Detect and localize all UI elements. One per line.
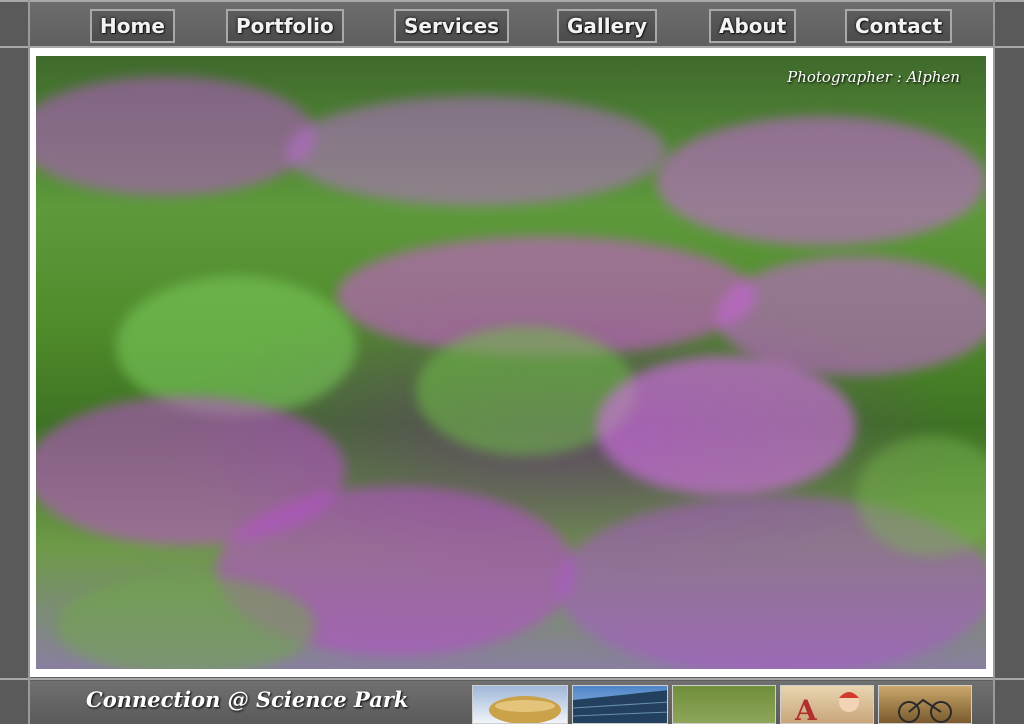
nav-portfolio-button[interactable]: Portfolio	[226, 9, 344, 43]
thumb-airship[interactable]	[472, 685, 568, 724]
flower-cluster	[36, 76, 316, 196]
nav-services-button[interactable]: Services	[394, 9, 510, 43]
nav-contact-button[interactable]: Contact	[845, 9, 953, 43]
page: Home Portfolio Services Gallery About Co…	[0, 0, 1024, 724]
footer-bar: Connection @ Science Park A	[28, 681, 994, 724]
bicycle-image	[898, 698, 952, 723]
foliage	[56, 576, 316, 669]
building-image	[573, 690, 667, 723]
nav-about-button[interactable]: About	[709, 9, 797, 43]
flower-cluster	[286, 96, 666, 206]
left-frame-band	[0, 0, 29, 724]
purple-flowers-photo: Photographer : Alphen	[36, 56, 986, 669]
foliage	[116, 276, 356, 416]
top-navigation: Home Portfolio Services Gallery About Co…	[28, 2, 994, 46]
nav-home-button[interactable]: Home	[90, 9, 175, 43]
cartoon-image: A	[794, 692, 859, 724]
thumb-bicycle[interactable]	[878, 685, 972, 724]
flower-cluster	[656, 116, 986, 246]
flower-cluster	[596, 356, 856, 496]
airship-image	[489, 696, 561, 723]
thumb-cartoon[interactable]: A	[780, 685, 874, 724]
footer-divider	[0, 678, 1024, 680]
svg-text:A: A	[794, 694, 818, 724]
footer-title: Connection @ Science Park	[86, 687, 409, 712]
right-frame-line	[993, 0, 995, 724]
nav-gallery-button[interactable]: Gallery	[557, 9, 658, 43]
right-frame-band	[993, 0, 1024, 724]
thumb-grass[interactable]	[672, 685, 776, 724]
thumb-building[interactable]	[572, 685, 668, 724]
left-frame-line	[28, 0, 30, 724]
photographer-credit: Photographer : Alphen	[787, 68, 960, 86]
photo-frame: Photographer : Alphen	[28, 48, 994, 677]
